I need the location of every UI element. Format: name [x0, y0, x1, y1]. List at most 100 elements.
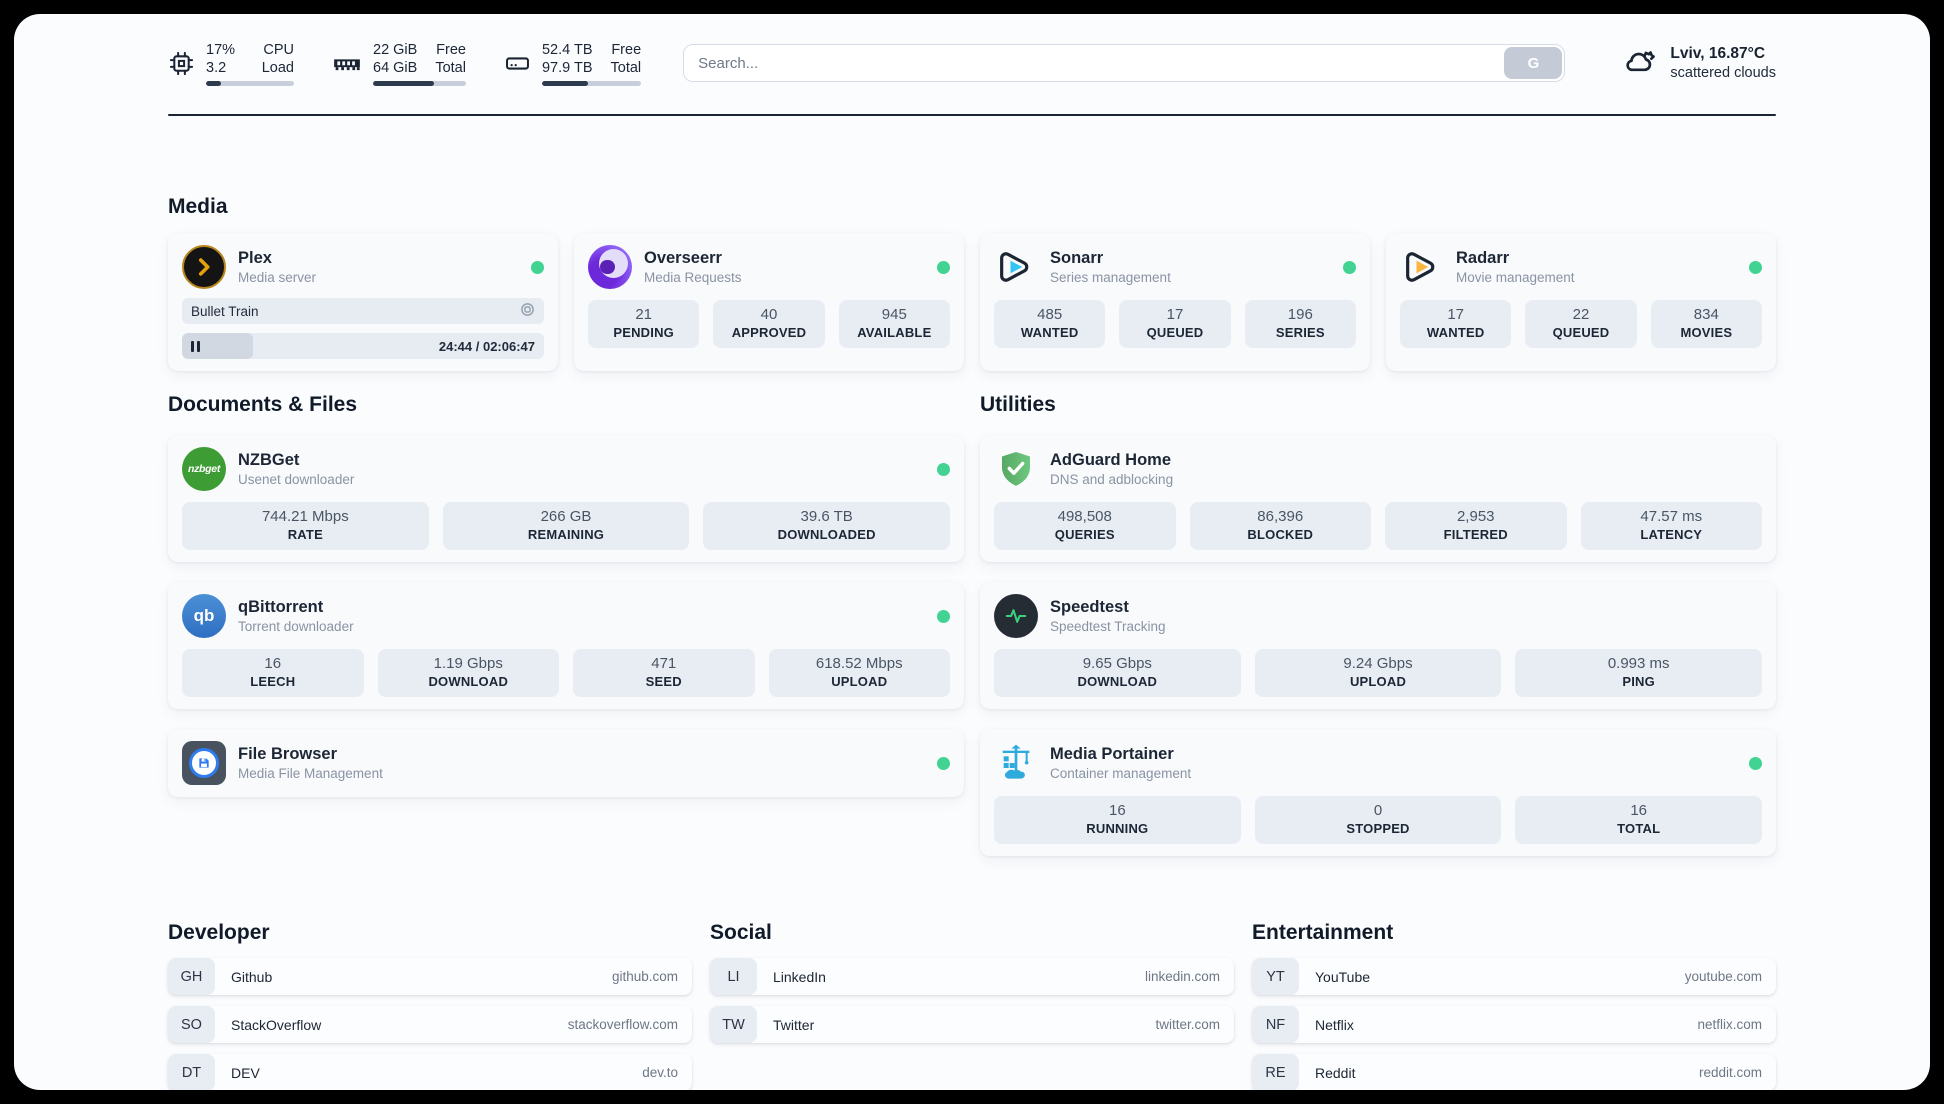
app-card-plex[interactable]: Plex Media server Bullet Train 24:44 / 0… — [168, 233, 558, 371]
stat-value: 21 — [635, 306, 652, 323]
pause-icon[interactable] — [191, 340, 200, 352]
section-utilities: Utilities AdGuard Home DNS and adblockin… — [980, 391, 1776, 856]
search-input[interactable] — [683, 44, 1566, 82]
link-row-reddit[interactable]: RE Reddit reddit.com — [1252, 1054, 1776, 1090]
overseerr-icon — [588, 245, 632, 289]
stat-value: 16 — [264, 655, 282, 672]
stat-label: LEECH — [250, 674, 296, 689]
app-card-nzbget[interactable]: nzbget NZBGet Usenet downloader 744.21 M… — [168, 435, 964, 562]
ram-total-value: 64 GiB — [373, 59, 418, 76]
section-documents: Documents & Files nzbget NZBGet Usenet d… — [168, 391, 964, 797]
link-url: netflix.com — [1697, 1017, 1762, 1032]
link-row-linkedin[interactable]: LI LinkedIn linkedin.com — [710, 958, 1234, 995]
status-online-dot — [937, 756, 950, 770]
stat-value: 485 — [1037, 306, 1063, 323]
now-playing-camera-icon — [520, 302, 535, 320]
status-online-dot — [937, 260, 950, 274]
stat-value: 1.19 Gbps — [433, 655, 503, 672]
portainer-icon — [994, 741, 1038, 785]
stat-value: 2,953 — [1456, 508, 1495, 525]
stat-box: 9.24 Gbps UPLOAD — [1254, 649, 1502, 697]
link-name: Github — [231, 968, 273, 985]
link-url: stackoverflow.com — [567, 1017, 678, 1032]
stat-box: 834 MOVIES — [1650, 300, 1762, 348]
app-card-radarr[interactable]: Radarr Movie management 17 WANTED 22 QUEUE… — [1386, 233, 1776, 371]
stat-label: PENDING — [613, 325, 674, 340]
link-row-netflix[interactable]: NF Netflix netflix.com — [1252, 1006, 1776, 1043]
app-card-qbittorrent[interactable]: qb qBittorrent Torrent downloader 16 LEEC… — [168, 582, 964, 709]
stat-value: 22 — [1572, 306, 1590, 323]
stat-box: 0.993 ms PING — [1515, 649, 1763, 697]
stat-label: MOVIES — [1680, 325, 1733, 340]
status-online-dot — [1749, 260, 1762, 274]
app-card-overseerr[interactable]: Overseerr Media Requests 21 PENDING 40 APP… — [574, 233, 964, 371]
stat-value: 9.65 Gbps — [1082, 655, 1152, 672]
stat-box: 266 GB REMAINING — [442, 502, 690, 550]
link-row-twitter[interactable]: TW Twitter twitter.com — [710, 1006, 1234, 1043]
stat-value: 47.57 ms — [1640, 508, 1703, 525]
search-bar: G — [683, 44, 1566, 82]
link-row-stackoverflow[interactable]: SO StackOverflow stackoverflow.com — [168, 1006, 692, 1043]
link-badge: GH — [168, 958, 215, 995]
stat-value: 834 — [1693, 306, 1719, 323]
disk-total-value: 97.9 TB — [541, 59, 593, 76]
stat-box: 17 QUEUED — [1119, 300, 1231, 348]
link-name: Netflix — [1315, 1016, 1354, 1033]
app-name: Plex — [238, 248, 272, 267]
stat-label: DOWNLOAD — [428, 674, 509, 689]
link-row-github[interactable]: GH Github github.com — [168, 958, 692, 995]
app-card-adguard[interactable]: AdGuard Home DNS and adblocking 498,508 Q… — [980, 435, 1776, 562]
app-desc: Series management — [1050, 269, 1171, 285]
sonarr-icon — [994, 245, 1038, 289]
section-social: Social LI LinkedIn linkedin.com TW Twitt… — [710, 919, 1234, 1090]
stat-box: 0 STOPPED — [1254, 796, 1502, 844]
stat-value: 39.6 TB — [800, 508, 853, 525]
stat-box: 17 WANTED — [1400, 300, 1512, 348]
link-name: YouTube — [1315, 968, 1371, 985]
header-divider — [168, 114, 1776, 116]
nzbget-icon: nzbget — [182, 447, 226, 491]
stat-label: DOWNLOAD — [1077, 674, 1158, 689]
app-name: NZBGet — [238, 450, 300, 469]
app-card-portainer[interactable]: Media Portainer Container management 16 R… — [980, 729, 1776, 856]
app-card-filebrowser[interactable]: File Browser Media File Management — [168, 729, 964, 797]
stat-label: SERIES — [1275, 325, 1325, 340]
app-card-speedtest[interactable]: Speedtest Speedtest Tracking 9.65 Gbps DO… — [980, 582, 1776, 709]
link-badge: SO — [168, 1006, 215, 1043]
stat-box: 16 RUNNING — [994, 796, 1241, 844]
cpu-load-value: 3.2 — [206, 59, 227, 76]
stat-label: QUERIES — [1054, 527, 1115, 542]
section-title-documents: Documents & Files — [168, 393, 358, 416]
stat-value: 0 — [1373, 802, 1383, 819]
app-card-sonarr[interactable]: Sonarr Series management 485 WANTED 17 QUE… — [980, 233, 1370, 371]
app-desc: Media Requests — [644, 269, 742, 285]
qbittorrent-icon: qb — [182, 594, 226, 638]
link-name: Twitter — [773, 1016, 815, 1033]
stat-box: 744.21 Mbps RATE — [182, 502, 429, 550]
search-engine-button[interactable]: G — [1504, 47, 1563, 79]
stat-box: 16 LEECH — [182, 649, 364, 697]
link-badge: NF — [1252, 1006, 1299, 1043]
stat-box: 47.57 ms LATENCY — [1580, 502, 1762, 550]
link-row-dev[interactable]: DT DEV dev.to — [168, 1054, 692, 1090]
stat-value: 196 — [1287, 306, 1313, 323]
stat-box: 16 TOTAL — [1515, 796, 1763, 844]
app-name: qBittorrent — [238, 597, 324, 616]
link-row-youtube[interactable]: YT YouTube youtube.com — [1252, 958, 1776, 995]
cpu-stat: 17% CPU 3.2 Load — [168, 41, 294, 86]
stat-box: 196 SERIES — [1244, 300, 1356, 348]
cpu-load-label: Load — [261, 59, 294, 76]
stat-label: APPROVED — [731, 325, 807, 340]
app-desc: DNS and adblocking — [1050, 471, 1174, 487]
link-name: StackOverflow — [231, 1016, 322, 1033]
app-desc: Media server — [238, 269, 317, 285]
stat-box: 1.19 Gbps DOWNLOAD — [377, 649, 559, 697]
link-badge: LI — [710, 958, 757, 995]
stat-value: 16 — [1108, 802, 1126, 819]
section-media: Media Plex Media server Bullet Train 24:… — [168, 193, 1776, 371]
stat-label: BLOCKED — [1247, 527, 1314, 542]
link-url: linkedin.com — [1144, 969, 1220, 984]
stat-box: 618.52 Mbps UPLOAD — [768, 649, 950, 697]
playback-progress-row[interactable]: 24:44 / 02:06:47 — [182, 333, 544, 359]
ram-free-value: 22 GiB — [373, 41, 418, 58]
